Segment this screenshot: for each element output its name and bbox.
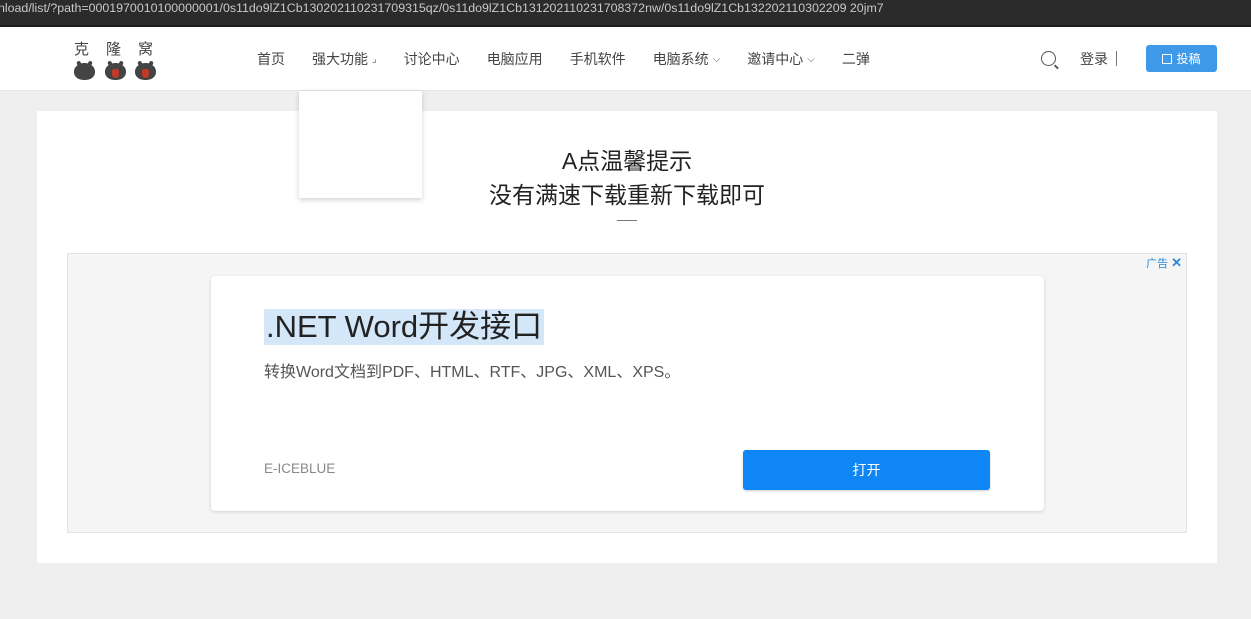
edit-icon	[1162, 53, 1173, 64]
nav-label: 电脑系统	[652, 51, 709, 67]
nav-item-second[interactable]: 二弹	[842, 49, 870, 69]
ad-tag-text: 广告	[1146, 258, 1169, 270]
ad-brand: E-ICEBLUE	[264, 461, 336, 476]
nav-label: 强大功能	[312, 51, 368, 67]
main-nav: 首页 强大功能 ⌟ 讨论中心 电脑应用 手机软件 电脑系统 ⌵ 邀请中心 ⌵ 二弹	[257, 27, 897, 91]
ad-description: 转换Word文档到PDF、HTML、RTF、JPG、XML、XPS。	[264, 364, 681, 381]
logo-char: 隆	[105, 40, 122, 58]
mascot-icon	[135, 63, 156, 80]
nav-item-home[interactable]: 首页	[257, 49, 285, 69]
title-line-1: A点温馨提示	[561, 148, 693, 174]
url-text[interactable]: nload/list/?path=0001970010100000001/0s1…	[0, 0, 884, 17]
nav-label: 二弹	[841, 51, 870, 67]
features-dropdown-menu	[299, 91, 422, 198]
main-content: A点温馨提示 没有满速下载重新下载即可 广告 ✕ .NET Word开发接口 转换…	[37, 111, 1217, 563]
nav-label: 邀请中心	[747, 51, 804, 67]
nav-item-pc-system[interactable]: 电脑系统 ⌵	[653, 49, 721, 69]
nav-item-features[interactable]: 强大功能 ⌟	[312, 49, 377, 69]
nav-item-invite[interactable]: 邀请中心 ⌵	[747, 49, 815, 69]
title-divider	[617, 220, 637, 221]
logo-char: 窝	[137, 40, 154, 58]
chevron-down-icon: ⌟	[372, 53, 377, 65]
nav-label: 讨论中心	[403, 51, 460, 67]
ad-headline[interactable]: .NET Word开发接口	[264, 309, 545, 345]
login-link[interactable]: 登录	[1080, 49, 1108, 69]
logo-mascots	[74, 63, 156, 80]
logo-char: 克	[74, 40, 91, 58]
title-line-2: 没有满速下载重新下载即可	[489, 182, 765, 208]
nav-label: 首页	[257, 51, 285, 67]
site-header: 克 隆 窝 首页 强大功能 ⌟ 讨论中心 电脑应用 手机软件 电脑系统 ⌵ 邀请中心…	[0, 27, 1251, 91]
ad-label[interactable]: 广告 ✕	[1146, 255, 1182, 271]
ad-container: 广告 ✕ .NET Word开发接口 转换Word文档到PDF、HTML、RTF、…	[67, 253, 1187, 533]
mascot-icon	[74, 63, 95, 80]
site-logo[interactable]: 克 隆 窝	[74, 38, 158, 82]
chevron-down-icon: ⌵	[807, 53, 815, 65]
nav-label: 手机软件	[569, 51, 626, 67]
nav-label: 电脑应用	[486, 51, 543, 67]
chevron-down-icon: ⌵	[712, 53, 721, 65]
address-bar[interactable]: nload/list/?path=0001970010100000001/0s1…	[0, 0, 1251, 27]
logo-text: 克 隆 窝	[74, 38, 154, 59]
post-label: 投稿	[1176, 52, 1201, 66]
post-button[interactable]: 投稿	[1146, 45, 1217, 72]
open-button[interactable]: 打开	[743, 450, 990, 490]
mascot-icon	[104, 63, 126, 80]
page-title: A点温馨提示 没有满速下载重新下载即可	[37, 144, 1217, 212]
nav-item-pc-apps[interactable]: 电脑应用	[487, 49, 543, 69]
nav-item-discussion[interactable]: 讨论中心	[404, 49, 460, 69]
nav-item-mobile[interactable]: 手机软件	[570, 49, 626, 69]
close-icon[interactable]: ✕	[1171, 255, 1182, 270]
search-icon[interactable]	[1041, 51, 1056, 66]
ad-card[interactable]: .NET Word开发接口 转换Word文档到PDF、HTML、RTF、JPG、…	[211, 276, 1044, 511]
divider	[1116, 51, 1117, 66]
